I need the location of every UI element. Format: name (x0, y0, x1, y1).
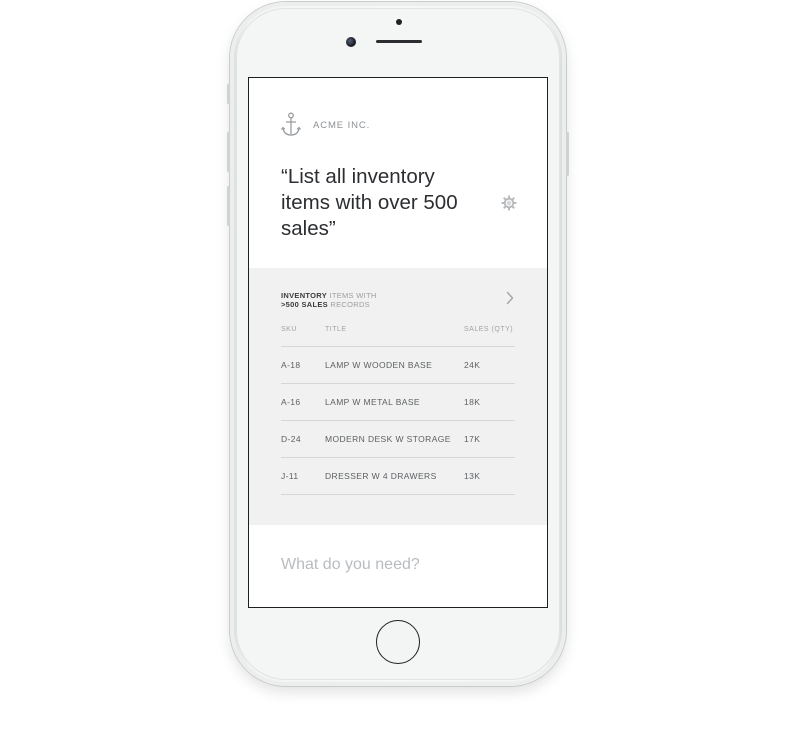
cell-sales: 13K (464, 457, 515, 495)
column-header-sku[interactable]: SKU (281, 326, 325, 347)
results-panel: INVENTORY ITEMS WITH >500 SALES RECORDS … (249, 268, 547, 525)
device-mockup: ACME INC. “List all inventory items with… (0, 0, 800, 734)
column-header-sales[interactable]: SALES (QTY) (464, 326, 515, 347)
proximity-sensor (396, 19, 402, 25)
cell-sales: 18K (464, 383, 515, 421)
cell-sku: J-11 (281, 457, 325, 495)
cell-sku: A-16 (281, 383, 325, 421)
results-title-bold: INVENTORY (281, 291, 328, 300)
column-header-title[interactable]: TITLE (325, 326, 464, 347)
results-title-rest: ITEMS WITH (327, 291, 377, 300)
volume-down-button[interactable] (227, 186, 230, 226)
home-button[interactable] (376, 620, 420, 664)
inventory-table: SKU TITLE SALES (QTY) A-18 LAMP W WOODEN… (281, 326, 515, 495)
cell-title: LAMP W METAL BASE (325, 383, 464, 421)
results-title: INVENTORY ITEMS WITH >500 SALES RECORDS (281, 291, 377, 309)
brand-name: ACME INC. (313, 119, 371, 131)
volume-up-button[interactable] (227, 132, 230, 172)
table-row[interactable]: J-11 DRESSER W 4 DRAWERS 13K (281, 457, 515, 495)
cell-sku: D-24 (281, 420, 325, 458)
query-header: ACME INC. “List all inventory items with… (249, 78, 547, 268)
cell-title: DRESSER W 4 DRAWERS (325, 457, 464, 495)
query-input-area (249, 525, 547, 607)
mute-switch[interactable] (227, 84, 230, 104)
cell-sku: A-18 (281, 346, 325, 384)
gear-icon[interactable] (501, 195, 517, 211)
cell-sales: 17K (464, 420, 515, 458)
table-row[interactable]: A-18 LAMP W WOODEN BASE 24K (281, 346, 515, 384)
query-input[interactable] (281, 553, 511, 577)
results-title-rest: RECORDS (327, 300, 370, 309)
anchor-icon (281, 112, 301, 136)
phone-screen: ACME INC. “List all inventory items with… (248, 77, 548, 608)
earpiece-speaker (376, 40, 422, 43)
power-button[interactable] (566, 132, 569, 176)
cell-title: MODERN DESK W STORAGE (325, 420, 464, 458)
chevron-right-icon[interactable] (505, 291, 515, 305)
results-title-bold: >500 SALES (281, 300, 328, 309)
table-row[interactable]: A-16 LAMP W METAL BASE 18K (281, 383, 515, 421)
table-row[interactable]: D-24 MODERN DESK W STORAGE 17K (281, 420, 515, 458)
table-header-row: SKU TITLE SALES (QTY) (281, 326, 515, 347)
front-camera (346, 37, 356, 47)
cell-title: LAMP W WOODEN BASE (325, 346, 464, 384)
cell-sales: 24K (464, 346, 515, 384)
query-text: “List all inventory items with over 500 … (281, 165, 458, 240)
brand: ACME INC. (281, 112, 370, 138)
